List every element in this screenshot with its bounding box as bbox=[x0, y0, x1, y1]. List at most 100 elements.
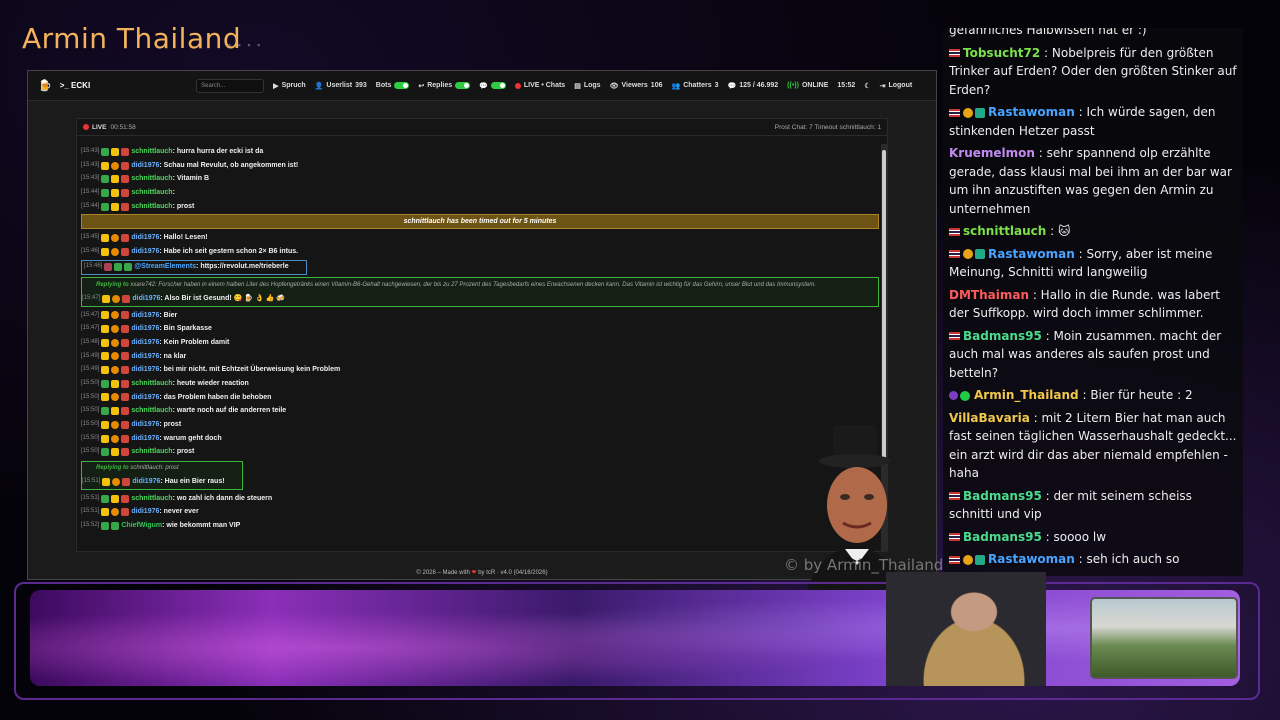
badge-icon bbox=[111, 352, 120, 361]
chat-message: [15:50] schnittlauch: heute wieder reacti… bbox=[81, 377, 879, 391]
username[interactable]: ChiefWigum bbox=[121, 519, 162, 533]
username[interactable]: didi1976 bbox=[131, 418, 159, 432]
username[interactable]: didi1976 bbox=[131, 309, 159, 323]
dashboard-window: 🍺 >_ ECKI Search... ▶ Spruch 👤 Userlist 393… bbox=[27, 70, 937, 600]
username[interactable]: schnittlauch bbox=[131, 145, 172, 159]
username[interactable]: schnittlauch bbox=[131, 200, 172, 214]
stream-chat-message: Badmans95 : der mit seinem scheiss schni… bbox=[943, 486, 1243, 527]
nav-logs[interactable]: ▤ Logs bbox=[574, 82, 600, 90]
replies-toggle[interactable] bbox=[455, 82, 471, 89]
nav-live-chats[interactable]: LIVE • Chats bbox=[514, 82, 565, 89]
chat-message: [15:52] ChiefWigum: wie bekommt man VIP bbox=[81, 519, 879, 533]
nav-replies[interactable]: ↩ Replies bbox=[418, 82, 471, 90]
reply-quote: Replying to xxare742: Forscher haben in … bbox=[96, 281, 816, 288]
badge-icon bbox=[111, 188, 120, 197]
chat-username[interactable]: Armin_Thailand bbox=[974, 388, 1079, 402]
badge-icon bbox=[111, 508, 120, 517]
stream-chat-message: schnittlauch : 🐱 bbox=[943, 221, 1243, 244]
search-input[interactable]: Search... bbox=[196, 78, 265, 93]
chat-message: [15:44] schnittlauch: prost bbox=[81, 200, 879, 214]
chat-username[interactable]: Badmans95 bbox=[963, 489, 1042, 503]
username[interactable]: didi1976 bbox=[131, 505, 159, 519]
nav-extra-toggle[interactable]: 💬 bbox=[479, 82, 506, 90]
chat-message: [15:43] schnittlauch: hurra hurra der eck… bbox=[81, 145, 879, 159]
username[interactable]: schnittlauch bbox=[131, 172, 172, 186]
badge-icon bbox=[121, 147, 130, 156]
badge-icon bbox=[101, 407, 110, 416]
chat-message: [15:44] schnittlauch: bbox=[81, 186, 879, 200]
nav-spruch[interactable]: ▶ Spruch bbox=[273, 82, 306, 90]
username[interactable]: schnittlauch bbox=[131, 404, 172, 418]
username[interactable]: schnittlauch bbox=[131, 445, 172, 459]
username[interactable]: schnittlauch bbox=[131, 186, 172, 200]
chat-text: : soooo lw bbox=[1041, 529, 1107, 544]
chat-message: [15:47] didi1976: Bin Sparkasse bbox=[81, 322, 879, 336]
badge-icon bbox=[949, 391, 958, 400]
badge-icon bbox=[121, 434, 130, 443]
decor-dots: ▪ ▪ ▪ ▪ bbox=[228, 40, 263, 50]
username[interactable]: didi1976 bbox=[131, 391, 159, 405]
streamelements-message: [15:46] @StreamElements: https://revolut… bbox=[81, 259, 307, 275]
chat-username[interactable]: Badmans95 bbox=[963, 530, 1042, 544]
stream-chat-message: Tobsucht72 : Nobelpreis für den größten … bbox=[943, 43, 1243, 103]
flag-icon bbox=[949, 250, 960, 258]
chat-username[interactable]: Rastawoman bbox=[988, 247, 1075, 261]
nav-viewers[interactable]: 👁 Viewers 106 bbox=[610, 82, 663, 90]
username[interactable]: didi1976 bbox=[131, 363, 159, 377]
username[interactable]: didi1976 bbox=[132, 292, 160, 306]
badge-icon bbox=[101, 420, 110, 429]
bots-toggle[interactable] bbox=[394, 82, 410, 89]
badge-icon bbox=[111, 407, 120, 416]
reply-quote: Replying to schnittlauch: prost bbox=[96, 465, 179, 472]
badge-icon bbox=[111, 311, 120, 320]
chat-stats: Prost Chat: 7 Timeout schnittlauch: 1 bbox=[774, 123, 881, 131]
chat-message: [15:45] didi1976: Hallo! Lesen! bbox=[81, 231, 879, 245]
username[interactable]: didi1976 bbox=[131, 231, 159, 245]
chat-message: [15:49] didi1976: na klar bbox=[81, 350, 879, 364]
username[interactable]: didi1976 bbox=[131, 350, 159, 364]
channel-brand: Armin Thailand bbox=[22, 22, 242, 55]
username[interactable]: schnittlauch bbox=[131, 492, 172, 506]
scroll-thumb[interactable] bbox=[882, 150, 886, 465]
chat-username[interactable]: schnittlauch bbox=[963, 224, 1046, 238]
chat-username[interactable]: DMThaiman bbox=[949, 288, 1029, 302]
nav-bots[interactable]: Bots bbox=[376, 82, 410, 89]
top-navbar: 🍺 >_ ECKI Search... ▶ Spruch 👤 Userlist 393… bbox=[28, 71, 936, 101]
username[interactable]: @StreamElements bbox=[134, 260, 196, 274]
chat-username[interactable]: Rastawoman bbox=[988, 552, 1075, 566]
theme-toggle-moon-icon[interactable]: ☾ bbox=[864, 82, 870, 90]
timeout-notice: schnittlauch has been timed out for 5 mi… bbox=[81, 214, 879, 230]
badge-icon bbox=[101, 434, 110, 443]
chat-username[interactable]: Badmans95 bbox=[963, 329, 1042, 343]
chat-username[interactable]: Tobsucht72 bbox=[963, 46, 1040, 60]
app-title[interactable]: >_ ECKI bbox=[60, 81, 90, 90]
stream-chat-message: Badmans95 : Moin zusammen. macht der auc… bbox=[943, 326, 1243, 386]
chat-username[interactable]: Rastawoman bbox=[988, 105, 1075, 119]
badge-icon bbox=[111, 494, 120, 503]
chat-message: [15:46] didi1976: Habe ich seit gestern s… bbox=[81, 245, 879, 259]
badge-icon bbox=[101, 325, 110, 334]
badge-icon bbox=[111, 175, 120, 184]
username[interactable]: didi1976 bbox=[131, 245, 159, 259]
badge-icon bbox=[975, 249, 985, 259]
stream-chat-overlay: gefährliches Halbwissen hat er :) Tobsuch… bbox=[943, 28, 1243, 576]
badge-icon bbox=[124, 263, 133, 272]
signal-icon: ((•)) bbox=[787, 82, 799, 89]
live-label: LIVE bbox=[92, 123, 107, 131]
chat-username[interactable]: Kruemelmon bbox=[949, 146, 1035, 160]
badge-icon bbox=[121, 379, 130, 388]
badge-icon bbox=[101, 188, 110, 197]
nav-message-count[interactable]: 💬 125 / 46.992 bbox=[728, 82, 779, 90]
nav-logout[interactable]: ⇥ Logout bbox=[880, 82, 913, 90]
username[interactable]: schnittlauch bbox=[131, 377, 172, 391]
username[interactable]: didi1976 bbox=[131, 322, 159, 336]
username[interactable]: didi1976 bbox=[131, 159, 159, 173]
badge-icon bbox=[121, 175, 130, 184]
username[interactable]: didi1976 bbox=[132, 475, 160, 489]
nav-userlist[interactable]: 👤 Userlist 393 bbox=[315, 82, 367, 90]
username[interactable]: didi1976 bbox=[131, 432, 159, 446]
badge-icon bbox=[975, 107, 985, 118]
chat-username[interactable]: VillaBavaria bbox=[949, 411, 1030, 425]
username[interactable]: didi1976 bbox=[131, 336, 159, 350]
nav-chatters[interactable]: 👥 Chatters 3 bbox=[671, 82, 718, 90]
